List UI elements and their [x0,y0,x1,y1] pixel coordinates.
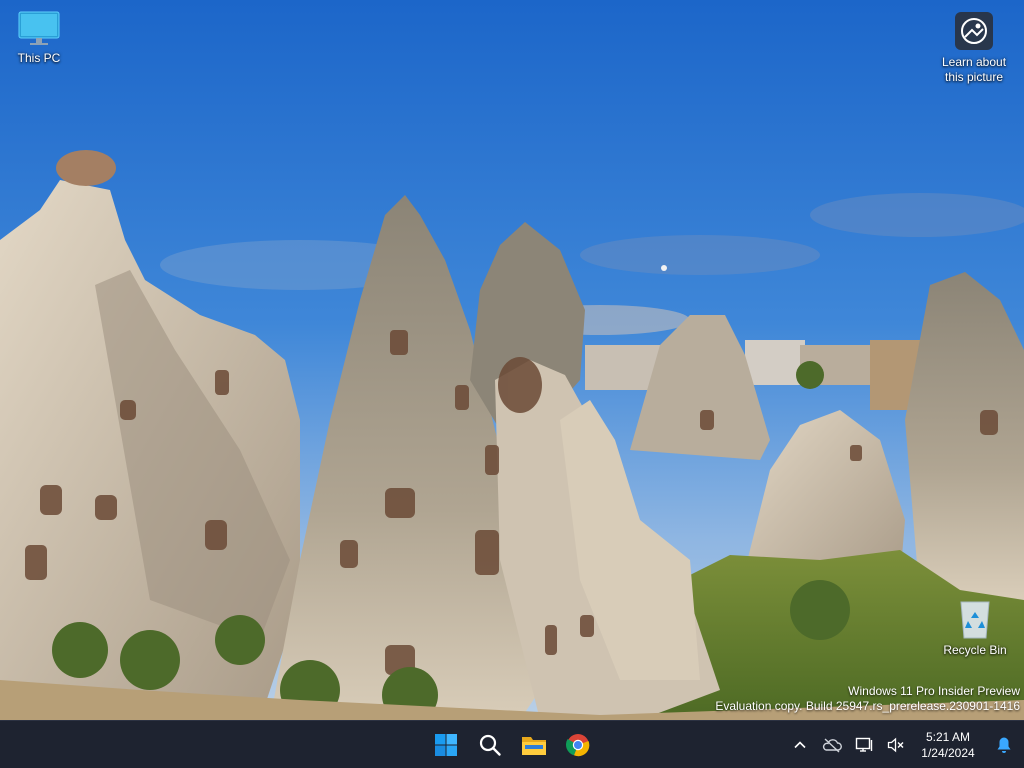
taskbar-apps [424,721,600,768]
wallpaper-image [0,0,1024,720]
network-button[interactable] [848,725,880,765]
this-pc-label: This PC [17,51,61,65]
notification-bell-icon [997,737,1011,753]
notifications-button[interactable] [984,725,1024,765]
this-pc-icon [18,11,60,45]
start-button[interactable] [424,725,468,765]
network-icon [855,737,873,752]
learn-about-picture-shortcut[interactable]: Learn about this picture [934,10,1014,85]
onedrive-button[interactable] [816,725,848,765]
search-icon [479,734,501,756]
clock-date: 1/24/2024 [921,746,975,760]
recycle-bin-icon [960,601,990,639]
volume-button[interactable] [880,725,912,765]
search-button[interactable] [468,725,512,765]
file-explorer-icon [522,737,546,755]
learn-about-picture-label: Learn about this picture [941,55,1007,84]
desktop[interactable]: This PC Learn about this picture Recycle… [0,0,1024,720]
learn-about-picture-icon [955,12,993,50]
watermark-edition: Windows 11 Pro Insider Preview [848,684,1020,698]
watermark-build: Evaluation copy. Build 25947.rs_prerelea… [715,699,1020,713]
file-explorer-button[interactable] [512,725,556,765]
chrome-icon [566,734,590,757]
chrome-button[interactable] [556,725,600,765]
show-hidden-icons-button[interactable] [784,725,816,765]
clock-button[interactable]: 5:21 AM 1/24/2024 [912,729,984,761]
evaluation-watermark: Windows 11 Pro Insider Preview Evaluatio… [715,684,1020,714]
this-pc-shortcut[interactable]: This PC [0,8,79,66]
recycle-bin-shortcut[interactable]: Recycle Bin [935,598,1015,658]
volume-muted-icon [887,737,904,753]
system-tray: 5:21 AM 1/24/2024 [784,721,1024,768]
onedrive-icon [822,738,842,753]
chevron-up-icon [794,741,806,749]
taskbar: 5:21 AM 1/24/2024 [0,720,1024,768]
clock-time: 5:21 AM [925,730,971,744]
windows-start-icon [435,734,457,756]
recycle-bin-label: Recycle Bin [943,643,1007,657]
